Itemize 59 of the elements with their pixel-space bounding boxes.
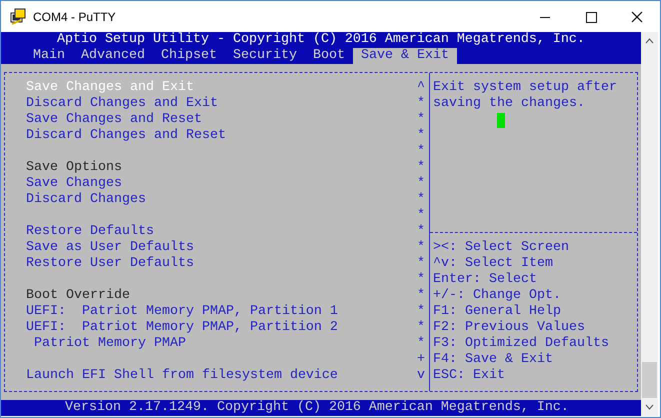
- scroll-indicator: *: [417, 336, 425, 352]
- help-text: saving the changes.: [433, 96, 585, 111]
- scroll-indicator: *: [417, 192, 425, 208]
- scroll-indicator: *: [417, 112, 425, 128]
- scroll-indicator: ^: [417, 80, 425, 96]
- setup-header: Aptio Setup Utility - Copyright (C) 2016 American Megatrends, Inc.: [57, 32, 585, 47]
- terminal-icon: [9, 8, 27, 26]
- key-hint: ESC: Exit: [433, 368, 505, 383]
- key-hint: F2: Previous Values: [433, 320, 585, 335]
- menu-item[interactable]: UEFI: Patriot Memory PMAP, Partition 2: [26, 320, 338, 336]
- menu-item[interactable]: Discard Changes and Reset: [26, 128, 226, 144]
- scroll-indicator: *: [417, 256, 425, 272]
- scroll-indicator: *: [417, 160, 425, 176]
- version-footer: Version 2.17.1249. Copyright (C) 2016 American Megatrends, Inc.: [65, 400, 569, 415]
- scroll-indicator: *: [417, 320, 425, 336]
- menu-tab[interactable]: Boot: [305, 48, 353, 64]
- scroll-down-icon[interactable]: [645, 404, 654, 410]
- scroll-indicator: *: [417, 128, 425, 144]
- menu-item[interactable]: Launch EFI Shell from filesystem device: [26, 368, 338, 384]
- scrollbar[interactable]: [641, 32, 658, 416]
- key-hint: F4: Save & Exit: [433, 352, 553, 367]
- menu-tab[interactable]: Security: [225, 48, 305, 64]
- scroll-indicator: +: [417, 352, 425, 368]
- menu-item[interactable]: Patriot Memory PMAP: [26, 336, 186, 352]
- menu-item[interactable]: Save Changes and Reset: [26, 112, 202, 128]
- scroll-indicator: *: [417, 176, 425, 192]
- key-hint: Enter: Select: [433, 272, 537, 287]
- section-heading: Save Options: [26, 160, 122, 176]
- menu-item[interactable]: Discard Changes: [26, 192, 146, 208]
- scroll-indicator: *: [417, 240, 425, 256]
- key-hint: ^v: Select Item: [433, 256, 553, 271]
- scroll-indicator: *: [417, 224, 425, 240]
- scroll-thumb[interactable]: [642, 362, 657, 398]
- scroll-indicator: *: [417, 208, 425, 224]
- menu-item[interactable]: UEFI: Patriot Memory PMAP, Partition 1: [26, 304, 338, 320]
- help-text: Exit system setup after: [433, 80, 617, 95]
- menu-item[interactable]: Restore User Defaults: [26, 256, 194, 272]
- menu-item[interactable]: Save Changes: [26, 176, 122, 192]
- menu-tab[interactable]: Main: [25, 48, 73, 64]
- menu-tab[interactable]: Save & Exit: [353, 48, 457, 64]
- window-title: COM4 - PuTTY: [33, 8, 116, 26]
- scroll-indicator: *: [417, 288, 425, 304]
- scroll-indicator: *: [417, 272, 425, 288]
- menu-tab[interactable]: Chipset: [153, 48, 225, 64]
- section-heading: Boot Override: [26, 288, 130, 304]
- menu-item[interactable]: Restore Defaults: [26, 224, 154, 240]
- key-hint: F1: General Help: [433, 304, 561, 319]
- menu-item[interactable]: Discard Changes and Exit: [26, 96, 218, 112]
- scroll-indicator: *: [417, 144, 425, 160]
- key-hint: +/-: Change Opt.: [433, 288, 561, 303]
- scroll-indicator: *: [417, 96, 425, 112]
- key-hint: ><: Select Screen: [433, 240, 569, 255]
- key-hint: F3: Optimized Defaults: [433, 336, 609, 351]
- scroll-up-icon[interactable]: [645, 38, 654, 44]
- cursor-block: [497, 112, 505, 128]
- scroll-indicator: v: [417, 368, 425, 384]
- scroll-indicator: *: [417, 304, 425, 320]
- menu-tab[interactable]: Advanced: [73, 48, 153, 64]
- menu-item[interactable]: Save as User Defaults: [26, 240, 194, 256]
